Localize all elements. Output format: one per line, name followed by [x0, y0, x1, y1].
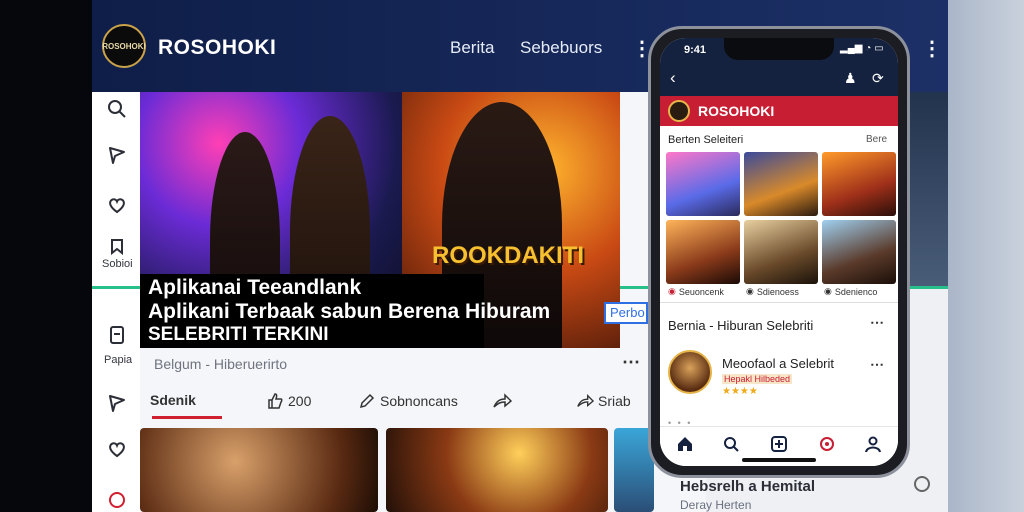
phone-brand-bar: ROSOHOKI [660, 96, 898, 126]
hero-title-line-1: Aplikanai Teeandlank [148, 276, 362, 299]
rating-stars: ★★★★ [722, 386, 758, 397]
post-more-icon[interactable]: ⋯ [622, 352, 640, 373]
tile-1[interactable] [666, 152, 740, 216]
forward-icon [577, 393, 594, 407]
tab-sdenik[interactable]: Sdenik [150, 392, 196, 408]
thumbs-up-icon [268, 393, 283, 409]
phone-item-more-icon[interactable]: ⋯ [870, 356, 884, 373]
right-card-title: Hebsrelh a Hemital [680, 478, 816, 495]
like-button[interactable]: 200 [266, 392, 311, 410]
phone-item-subtitle: Hepakl Hilbeded [722, 374, 793, 384]
phone-notch [724, 38, 834, 60]
document-icon[interactable] [106, 324, 128, 346]
tile-caption-2: ◉ Sdienoess [746, 286, 799, 297]
brand-name: ROSOHOKI [158, 36, 277, 59]
phone-section-title: Berten Seleiteri [668, 134, 744, 146]
tile-caption-3: ◉ Sdenienco [824, 286, 878, 297]
search-icon[interactable] [106, 98, 128, 120]
tab-sdenik-label: Sdenik [150, 392, 196, 408]
feed-thumbnail-1[interactable] [140, 428, 378, 512]
home-indicator [742, 458, 816, 462]
phone-brand-name: ROSOHOKI [698, 103, 775, 119]
search-icon-phone[interactable] [722, 435, 740, 453]
sidebar-label-papia: Papia [104, 354, 133, 366]
tile-caption-1-text: Seuoncenk [678, 286, 724, 297]
share-button[interactable] [492, 392, 512, 410]
tile-5[interactable] [744, 220, 818, 284]
profile-icon[interactable] [864, 435, 882, 453]
tile-2[interactable] [744, 152, 818, 216]
phone-divider [660, 302, 898, 303]
nav-link-sebebuors[interactable]: Sebebuors [520, 38, 602, 58]
phone-section-more[interactable]: Bere [866, 134, 887, 145]
tile-caption-3-text: Sdenienco [834, 286, 878, 297]
more-menu-icon-right[interactable]: ⋮ [922, 36, 942, 61]
add-icon[interactable] [770, 435, 788, 453]
comment-label: Sobnoncans [380, 393, 458, 409]
hero-brand-overlay: ROOKDAKITI [432, 242, 584, 269]
back-icon[interactable]: ‹ [670, 68, 676, 88]
pencil-icon [359, 393, 375, 409]
home-icon[interactable] [676, 435, 694, 453]
ghost-icon[interactable]: ♟ [844, 70, 857, 87]
active-tab-underline [152, 416, 222, 419]
left-background-strip [0, 0, 92, 512]
tile-caption-2-text: Sdienoess [756, 286, 799, 297]
app-logo[interactable]: ROSOHOKI [102, 24, 146, 68]
tile-caption-1: ◉ Seuoncenk [668, 286, 724, 297]
save-button[interactable]: Sriab [576, 392, 631, 410]
send-icon-2[interactable] [106, 392, 128, 414]
phone-item-title[interactable]: Meoofaol a Selebrit [722, 356, 834, 371]
sidebar-label-top: Sobioi [102, 258, 133, 270]
phone-news-title: Bernia - Hiburan Selebriti [668, 318, 814, 333]
phone-logo[interactable] [668, 100, 690, 122]
notification-bell-icon[interactable] [818, 435, 836, 453]
phone-mockup: 9:41 ▂▄▆ ◔ ▭ ‹ ♟ ⟳ ROSOHOKI Berten Selei… [648, 26, 910, 478]
like-count: 200 [288, 393, 312, 409]
hero-title-line-2: Aplikani Terbaak sabun Berena Hiburam [148, 300, 551, 323]
hero-title-block: Aplikanai Teeandlank Aplikani Terbaak sa… [140, 274, 551, 348]
send-icon[interactable] [106, 144, 128, 166]
bookmark-icon[interactable] [106, 236, 128, 258]
heart-icon-2[interactable] [106, 438, 128, 460]
left-sidebar: Sobioi Papia [92, 92, 140, 512]
save-label: Sriab [598, 393, 631, 409]
share-arrow-icon [493, 393, 512, 408]
phone-top-bar: 9:41 ▂▄▆ ◔ ▭ ‹ ♟ ⟳ [660, 38, 898, 96]
comment-button[interactable]: Sobnoncans [358, 392, 458, 410]
celebrity-avatar[interactable] [668, 350, 712, 394]
hero-title-line-3: SELEBRITI TERKINI [148, 324, 329, 345]
hero-subtitle: Belgum - Hiberuerirto [154, 356, 288, 372]
nav-link-berita[interactable]: Berita [450, 38, 494, 58]
tile-6[interactable] [822, 220, 896, 284]
promo-button[interactable]: Perbo [604, 302, 648, 324]
refresh-icon[interactable]: ⟳ [872, 70, 884, 87]
status-icons: ▂▄▆ ◔ ▭ [840, 43, 884, 54]
feed-thumbnail-2[interactable] [386, 428, 608, 512]
right-card-subtitle: Deray Herten [680, 498, 752, 512]
heart-icon[interactable] [106, 194, 128, 216]
notification-icon[interactable] [106, 488, 128, 510]
phone-clock: 9:41 [684, 44, 707, 56]
tile-3[interactable] [822, 152, 896, 216]
tile-4[interactable] [666, 220, 740, 284]
phone-news-more-icon[interactable]: ⋯ [870, 314, 884, 331]
phone-screen: 9:41 ▂▄▆ ◔ ▭ ‹ ♟ ⟳ ROSOHOKI Berten Selei… [660, 38, 898, 466]
clock-icon [914, 476, 930, 492]
